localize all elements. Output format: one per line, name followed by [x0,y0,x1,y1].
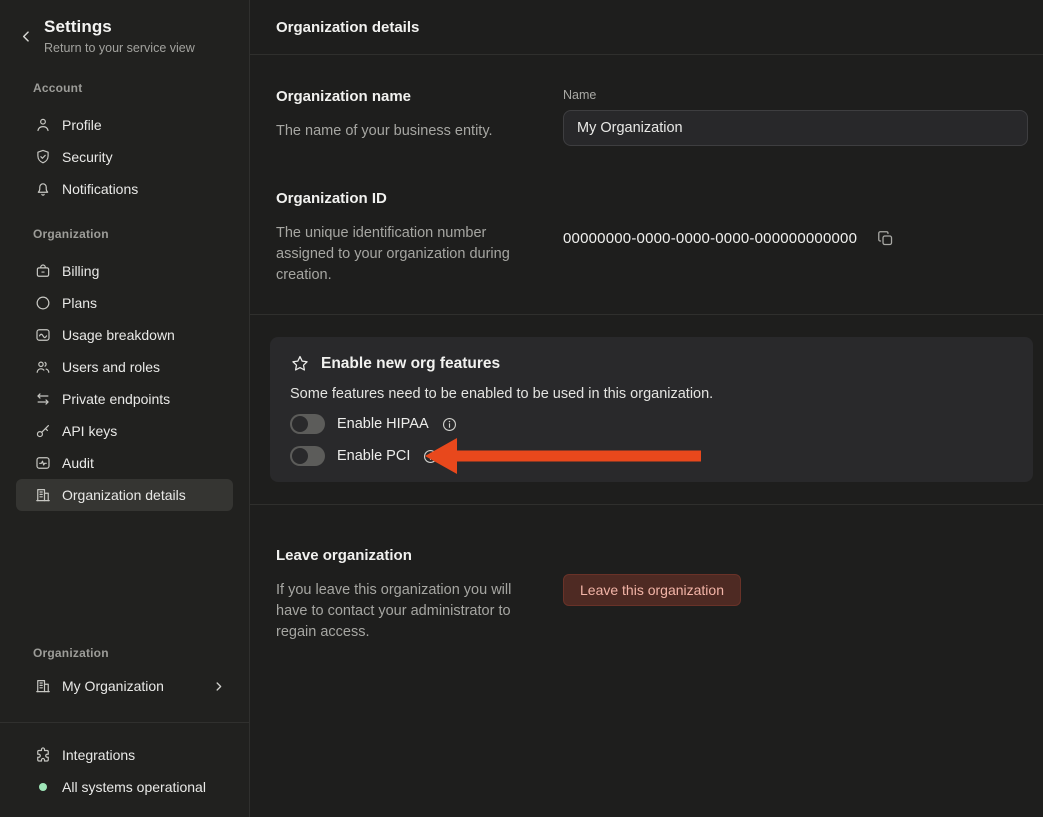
leave-organization-button[interactable]: Leave this organization [563,574,741,606]
sidebar-item-usage-breakdown[interactable]: Usage breakdown [16,319,233,351]
section-form: Name [563,88,1028,146]
sidebar-item-profile[interactable]: Profile [16,109,233,141]
sidebar-subtitle: Return to your service view [44,41,233,55]
account-section-label: Account [33,81,233,95]
section-value: 00000000-0000-0000-0000-000000000000 [563,190,1028,286]
star-icon [290,354,310,374]
sidebar-item-label: Plans [62,295,97,311]
enable-pci-toggle[interactable] [290,446,325,466]
org-switcher-label: Organization [33,646,233,660]
info-icon[interactable] [422,448,439,465]
section-title: Organization ID [276,190,563,207]
pci-toggle-row: Enable PCI [290,446,1013,466]
key-icon [34,422,52,440]
wallet-icon [34,262,52,280]
sidebar-item-label: Billing [62,263,99,279]
section-info: Organization ID The unique identificatio… [276,190,563,286]
organization-name-section: Organization name The name of your busin… [250,55,1043,146]
sidebar-bottom: Organization My Organization Integration… [0,646,249,817]
section-title: Organization name [276,88,563,105]
toggle-knob [292,416,308,432]
enable-hipaa-toggle[interactable] [290,414,325,434]
integrations-label: Integrations [62,747,135,763]
leave-organization-section: Leave organization If you leave this org… [250,505,1043,643]
main-content: Organization details Organization name T… [250,0,1043,817]
bell-icon [34,180,52,198]
card-title: Enable new org features [321,355,500,373]
sidebar-item-label: Users and roles [62,359,160,375]
organization-nav-list: Billing Plans Usage breakdown Users and … [0,255,249,511]
sidebar-item-notifications[interactable]: Notifications [16,173,233,205]
circle-icon [34,294,52,312]
enable-features-card: Enable new org features Some features ne… [270,337,1033,482]
sidebar-item-audit[interactable]: Audit [16,447,233,479]
users-icon [34,358,52,376]
sidebar-item-label: Profile [62,117,102,133]
card-description: Some features need to be enabled to be u… [290,386,1013,402]
settings-sidebar: Settings Return to your service view Acc… [0,0,250,817]
section-info: Leave organization If you leave this org… [276,547,563,643]
org-switcher-block: Organization My Organization [0,646,249,722]
chevron-left-icon [19,29,34,44]
copy-button[interactable] [877,230,894,247]
sidebar-item-label: Notifications [62,181,138,197]
toggle-label: Enable HIPAA [337,416,429,432]
user-icon [34,116,52,134]
status-text: All systems operational [62,779,206,795]
sidebar-item-label: Organization details [62,487,186,503]
puzzle-icon [34,746,52,764]
org-switcher[interactable]: My Organization [16,670,233,702]
sidebar-item-plans[interactable]: Plans [16,287,233,319]
sidebar-item-organization-details[interactable]: Organization details [16,479,233,511]
name-field-label: Name [563,88,1028,102]
section-title: Leave organization [276,547,563,564]
sidebar-title: Settings [44,17,233,37]
shield-check-icon [34,148,52,166]
section-description: The name of your business entity. [276,121,538,142]
org-switcher-value: My Organization [62,678,164,694]
sidebar-item-label: Private endpoints [62,391,170,407]
page-header: Organization details [250,0,1043,55]
sidebar-item-label: Audit [62,455,94,471]
sidebar-item-api-keys[interactable]: API keys [16,415,233,447]
app-window: Settings Return to your service view Acc… [0,0,1043,817]
organization-name-input[interactable] [563,110,1028,146]
account-nav-list: Profile Security Notifications [0,109,249,205]
integrations-link[interactable]: Integrations [16,739,233,771]
pulse-box-icon [34,454,52,472]
sidebar-item-billing[interactable]: Billing [16,255,233,287]
organization-id-row: 00000000-0000-0000-0000-000000000000 [563,190,1028,247]
hipaa-toggle-row: Enable HIPAA [290,414,1013,434]
chevron-right-icon [212,680,225,693]
sidebar-item-security[interactable]: Security [16,141,233,173]
features-card-section: Enable new org features Some features ne… [250,315,1043,504]
section-action: Leave this organization [563,547,1028,643]
sidebar-item-label: Security [62,149,113,165]
sidebar-item-label: Usage breakdown [62,327,175,343]
system-status[interactable]: All systems operational [16,771,233,803]
sidebar-header: Settings Return to your service view [0,0,249,55]
sidebar-footer: Integrations All systems operational [0,722,249,817]
sidebar-item-label: API keys [62,423,117,439]
organization-id-value: 00000000-0000-0000-0000-000000000000 [563,230,857,247]
back-button[interactable] [16,26,36,46]
status-dot [39,783,47,791]
info-icon[interactable] [441,416,458,433]
building-icon [34,677,52,695]
section-info: Organization name The name of your busin… [276,88,563,146]
sidebar-item-private-endpoints[interactable]: Private endpoints [16,383,233,415]
swap-arrows-icon [34,390,52,408]
card-title-row: Enable new org features [290,353,1013,375]
toggle-label: Enable PCI [337,448,410,464]
page-title: Organization details [276,19,419,36]
copy-icon [877,230,894,247]
building-icon [34,486,52,504]
sidebar-item-users-and-roles[interactable]: Users and roles [16,351,233,383]
organization-id-section: Organization ID The unique identificatio… [250,146,1043,286]
toggle-knob [292,448,308,464]
chart-wave-icon [34,326,52,344]
organization-section-label: Organization [33,227,233,241]
section-description: The unique identification number assigne… [276,223,538,286]
section-description: If you leave this organization you will … [276,580,538,643]
